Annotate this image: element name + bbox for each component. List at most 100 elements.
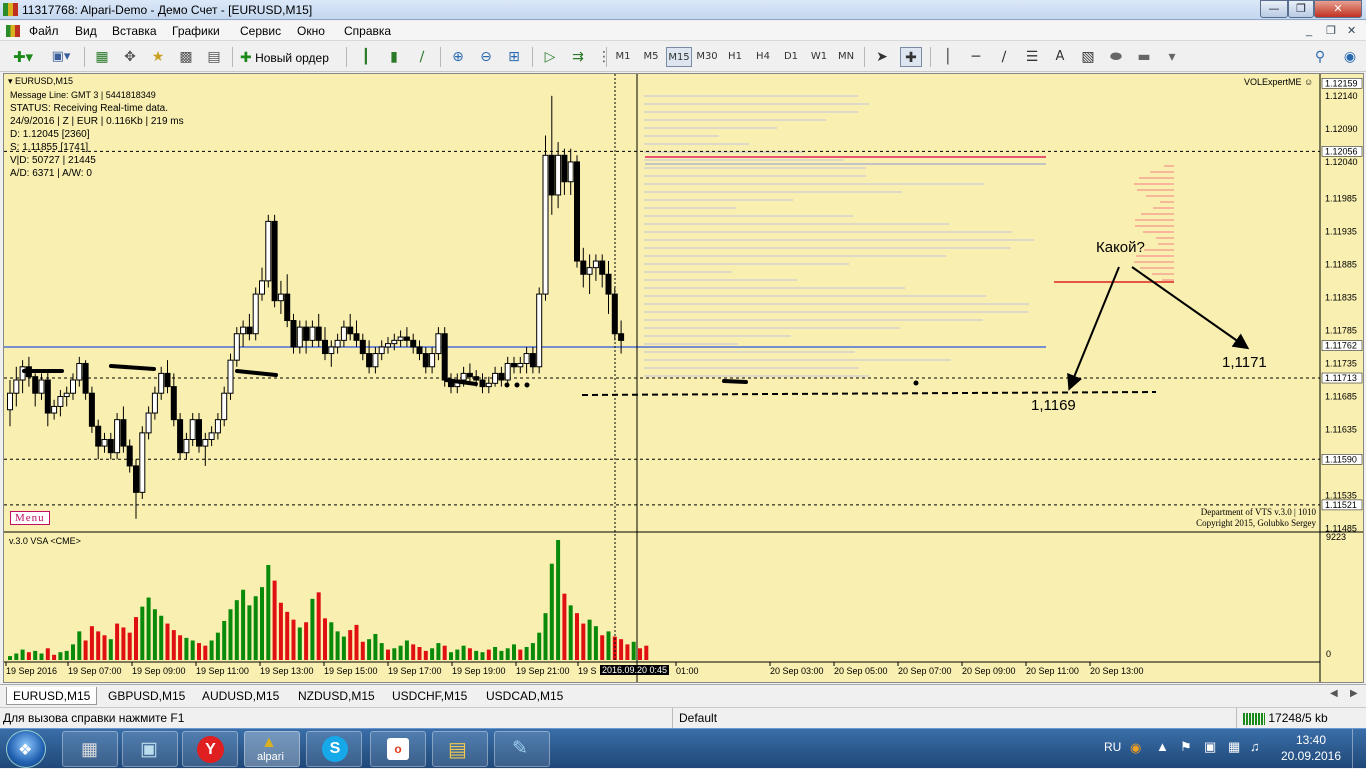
- tab-usdchf[interactable]: USDCHF,M15: [386, 687, 473, 705]
- community-icon[interactable]: ◉: [1340, 47, 1360, 67]
- text-icon[interactable]: A: [1050, 47, 1070, 67]
- start-button[interactable]: ❖: [6, 730, 46, 768]
- close-button[interactable]: ✕: [1314, 0, 1362, 18]
- tf-m15[interactable]: M15: [666, 47, 692, 67]
- terminal-icon[interactable]: ▩: [176, 47, 196, 67]
- child-restore-icon[interactable]: ❐: [1326, 24, 1336, 37]
- minimize-button[interactable]: —: [1260, 0, 1288, 18]
- chart-window[interactable]: 1.12159 1.12140 1.12090 1.12056 1.12040 1.119…: [3, 73, 1364, 683]
- indicators-icon[interactable]: ⋮: [596, 47, 612, 67]
- info-line: 24/9/2016 | Z | EUR | 0.116Kb | 219 ms: [10, 116, 184, 127]
- line-chart-icon[interactable]: ∕: [412, 47, 432, 67]
- navigator-icon[interactable]: ✥: [120, 47, 140, 67]
- horizontal-line-icon[interactable]: ─: [966, 47, 986, 67]
- candle: [523, 346, 530, 374]
- candle-body: [177, 419, 184, 454]
- autoscroll-icon[interactable]: ▷: [540, 47, 560, 67]
- task-notes[interactable]: ✎: [494, 731, 550, 767]
- menu-window[interactable]: Окно: [297, 24, 325, 38]
- channel-icon[interactable]: ☰: [1022, 47, 1042, 67]
- clock[interactable]: 13:40 20.09.2016: [1276, 732, 1346, 764]
- candle-body: [385, 343, 391, 348]
- candle-body: [580, 260, 587, 275]
- language-indicator[interactable]: RU: [1104, 740, 1121, 754]
- menu-view[interactable]: Вид: [75, 24, 97, 38]
- tray-expand-icon[interactable]: ▲: [1156, 739, 1169, 754]
- tab-scroll-right-icon[interactable]: ▶: [1350, 688, 1358, 699]
- price-label: 1.11762: [1325, 341, 1357, 351]
- menu-button[interactable]: Menu: [10, 511, 50, 525]
- task-skype[interactable]: S: [306, 731, 362, 767]
- candle: [391, 333, 398, 351]
- candle-body: [315, 326, 322, 341]
- tray-network-icon[interactable]: ▦: [1228, 739, 1240, 755]
- new-chart-icon[interactable]: ✚▾: [8, 47, 38, 67]
- tab-usdcad[interactable]: USDCAD,M15: [480, 687, 569, 705]
- vertical-line-icon[interactable]: │: [938, 47, 958, 67]
- chart-shift-icon[interactable]: ⇉: [568, 47, 588, 67]
- child-minimize-icon[interactable]: _: [1306, 25, 1312, 37]
- zoom-out-icon[interactable]: ⊖: [476, 47, 496, 67]
- tf-h4[interactable]: H4: [752, 47, 774, 67]
- tab-audusd[interactable]: AUDUSD,M15: [196, 687, 285, 705]
- tf-h1[interactable]: H1: [724, 47, 746, 67]
- volume-bar: [581, 623, 586, 660]
- candlestick-icon[interactable]: ▮: [384, 47, 404, 67]
- volume-bar: [474, 650, 479, 660]
- menu-charts[interactable]: Графики: [172, 24, 220, 38]
- marker-dot: [504, 382, 510, 388]
- profiles-icon[interactable]: ▣▾: [46, 47, 76, 67]
- candle-body: [511, 362, 517, 368]
- favorites-icon[interactable]: ★: [148, 47, 168, 67]
- task-explorer[interactable]: ▤: [432, 731, 488, 767]
- bar-chart-icon[interactable]: ┃: [356, 47, 376, 67]
- task-calculator[interactable]: ▦: [62, 731, 118, 767]
- search-icon[interactable]: ⚲: [1310, 47, 1330, 67]
- tray-app-icon[interactable]: ◉: [1130, 740, 1141, 756]
- tf-m5[interactable]: M5: [640, 47, 662, 67]
- candle-body: [196, 419, 202, 447]
- tf-m1[interactable]: M1: [612, 47, 634, 67]
- task-presentation[interactable]: o: [370, 731, 426, 767]
- taskbar: ❖ ▦ ▣ Y ▲ alpari S o ▤ ✎ RU ◉ ▲ ⚑ ▣ ▦ ♫ 1…: [0, 728, 1366, 769]
- volume-bar: [203, 645, 208, 660]
- task-alpari[interactable]: ▲ alpari: [244, 731, 300, 767]
- menu-tools[interactable]: Сервис: [240, 24, 281, 38]
- ellipse-icon[interactable]: ⬬: [1106, 47, 1126, 67]
- cursor-icon[interactable]: ➤: [872, 47, 892, 67]
- tray-volume-icon[interactable]: ♫: [1250, 739, 1260, 754]
- tab-gbpusd[interactable]: GBPUSD,M15: [102, 687, 191, 705]
- candle: [221, 386, 228, 427]
- tf-w1[interactable]: W1: [808, 47, 830, 67]
- zoom-in-icon[interactable]: ⊕: [448, 47, 468, 67]
- market-watch-icon[interactable]: ▦: [92, 47, 112, 67]
- candle: [448, 373, 454, 394]
- menu-help[interactable]: Справка: [344, 24, 391, 38]
- task-yandex-browser[interactable]: Y: [182, 731, 238, 767]
- menu-insert[interactable]: Вставка: [112, 24, 157, 38]
- new-order-button[interactable]: ✚ Новый ордер: [240, 47, 340, 67]
- label-icon[interactable]: ▧: [1078, 47, 1098, 67]
- tile-windows-icon[interactable]: ⊞: [504, 47, 524, 67]
- tray-device-icon[interactable]: ▣: [1204, 739, 1216, 755]
- child-close-icon[interactable]: ✕: [1347, 24, 1356, 37]
- trendline-icon[interactable]: ∕: [994, 47, 1014, 67]
- rectangle-icon[interactable]: ▬: [1134, 47, 1154, 67]
- price-chart[interactable]: 1.12159 1.12140 1.12090 1.120561.12040 1.119…: [4, 74, 1363, 682]
- tester-icon[interactable]: ▤: [204, 47, 224, 67]
- maximize-button[interactable]: ❐: [1288, 0, 1314, 18]
- shapes-dropdown-icon[interactable]: ▾: [1162, 47, 1182, 67]
- crosshair-icon[interactable]: ✚: [900, 47, 922, 67]
- tab-scroll-left-icon[interactable]: ◀: [1330, 688, 1338, 699]
- menu-file[interactable]: Файл: [29, 24, 59, 38]
- tab-nzdusd[interactable]: NZDUSD,M15: [292, 687, 381, 705]
- tray-flag-icon[interactable]: ⚑: [1180, 739, 1192, 755]
- info-line: S: 1.11855 [1741]: [10, 142, 89, 153]
- tab-eurusd[interactable]: EURUSD,M15: [6, 687, 98, 705]
- show-desktop-button[interactable]: [1352, 729, 1366, 769]
- traffic-text: 17248/5 kb: [1268, 711, 1328, 725]
- tf-d1[interactable]: D1: [780, 47, 802, 67]
- task-remote-desktop[interactable]: ▣: [122, 731, 178, 767]
- tf-m30[interactable]: M30: [694, 47, 720, 67]
- tf-mn[interactable]: MN: [834, 47, 858, 67]
